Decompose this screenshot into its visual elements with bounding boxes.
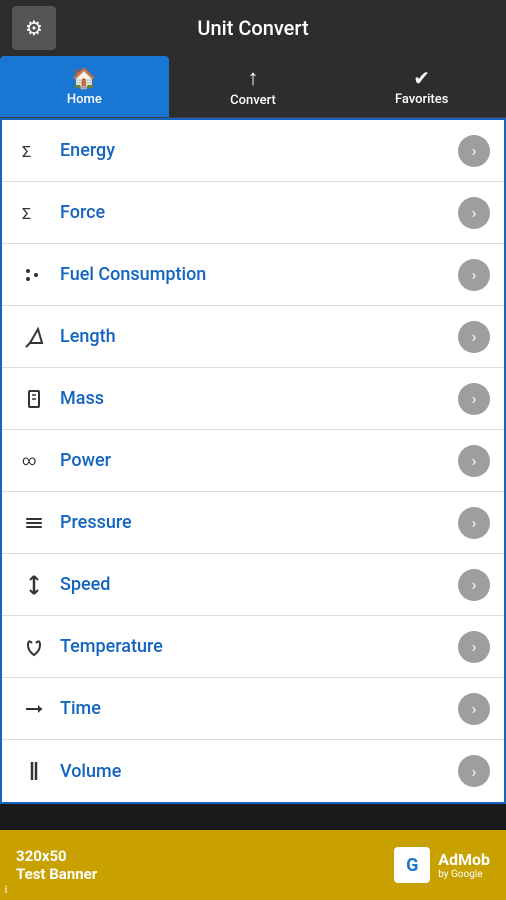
- ad-text: 320x50 Test Banner: [0, 847, 97, 883]
- tab-home[interactable]: 🏠 Home: [0, 56, 169, 117]
- power-chevron: ›: [458, 445, 490, 477]
- top-bar: ⚙ Unit Convert: [0, 0, 506, 56]
- svg-text:Σ: Σ: [22, 204, 31, 223]
- list-item-power[interactable]: ∞ Power ›: [2, 430, 504, 492]
- list-item-mass[interactable]: Mass ›: [2, 368, 504, 430]
- home-icon: 🏠: [72, 66, 97, 90]
- convert-icon: ↑: [248, 65, 259, 91]
- force-icon: Σ: [16, 201, 52, 225]
- temperature-chevron: ›: [458, 631, 490, 663]
- pressure-chevron: ›: [458, 507, 490, 539]
- time-icon: [16, 697, 52, 721]
- tab-convert-label: Convert: [230, 93, 276, 108]
- mass-label: Mass: [52, 388, 458, 409]
- list-item-temperature[interactable]: Temperature ›: [2, 616, 504, 678]
- list-item-energy[interactable]: Σ Energy ›: [2, 120, 504, 182]
- speed-label: Speed: [52, 574, 458, 595]
- ad-line1: 320x50: [16, 847, 97, 865]
- pressure-label: Pressure: [52, 512, 458, 533]
- time-label: Time: [52, 698, 458, 719]
- tab-convert[interactable]: ↑ Convert: [169, 56, 338, 117]
- ad-line2: Test Banner: [16, 865, 97, 883]
- energy-label: Energy: [52, 140, 458, 161]
- favorites-icon: ✔: [413, 66, 430, 90]
- content-area: Σ Energy › Σ Force › Fuel Consumption ›: [0, 118, 506, 804]
- list-item-length[interactable]: Length ›: [2, 306, 504, 368]
- mass-chevron: ›: [458, 383, 490, 415]
- tab-bar: 🏠 Home ↑ Convert ✔ Favorites: [0, 56, 506, 118]
- mass-icon: [16, 387, 52, 411]
- ad-banner[interactable]: 320x50 Test Banner G AdMob by Google ℹ: [0, 830, 506, 900]
- volume-icon: [16, 759, 52, 783]
- energy-chevron: ›: [458, 135, 490, 167]
- ad-info-icon: ℹ: [4, 885, 8, 896]
- force-chevron: ›: [458, 197, 490, 229]
- fuel-label: Fuel Consumption: [52, 264, 458, 285]
- pressure-icon: [16, 511, 52, 535]
- list-item-speed[interactable]: Speed ›: [2, 554, 504, 616]
- list-item-time[interactable]: Time ›: [2, 678, 504, 740]
- admob-logo-icon: G: [394, 847, 430, 883]
- speed-icon: [16, 573, 52, 597]
- tab-favorites-label: Favorites: [395, 92, 448, 107]
- power-label: Power: [52, 450, 458, 471]
- length-label: Length: [52, 326, 458, 347]
- settings-button[interactable]: ⚙: [12, 6, 56, 50]
- app-title: Unit Convert: [56, 16, 450, 40]
- energy-icon: Σ: [16, 139, 52, 163]
- admob-brand: AdMob by Google: [438, 850, 490, 880]
- ad-logo-area: G AdMob by Google: [394, 847, 490, 883]
- svg-text:Σ: Σ: [22, 142, 31, 161]
- list-item-fuel[interactable]: Fuel Consumption ›: [2, 244, 504, 306]
- list-item-force[interactable]: Σ Force ›: [2, 182, 504, 244]
- temperature-icon: [16, 635, 52, 659]
- category-list: Σ Energy › Σ Force › Fuel Consumption ›: [0, 118, 506, 804]
- gear-icon: ⚙: [25, 16, 43, 40]
- fuel-icon: [16, 263, 52, 287]
- list-item-pressure[interactable]: Pressure ›: [2, 492, 504, 554]
- volume-chevron: ›: [458, 755, 490, 787]
- power-icon: ∞: [16, 449, 52, 473]
- speed-chevron: ›: [458, 569, 490, 601]
- svg-text:∞: ∞: [22, 453, 36, 469]
- length-icon: [16, 325, 52, 349]
- length-chevron: ›: [458, 321, 490, 353]
- fuel-chevron: ›: [458, 259, 490, 291]
- temperature-label: Temperature: [52, 636, 458, 657]
- volume-label: Volume: [52, 761, 458, 782]
- list-item-volume[interactable]: Volume ›: [2, 740, 504, 802]
- force-label: Force: [52, 202, 458, 223]
- time-chevron: ›: [458, 693, 490, 725]
- tab-favorites[interactable]: ✔ Favorites: [337, 56, 506, 117]
- tab-home-label: Home: [67, 92, 102, 107]
